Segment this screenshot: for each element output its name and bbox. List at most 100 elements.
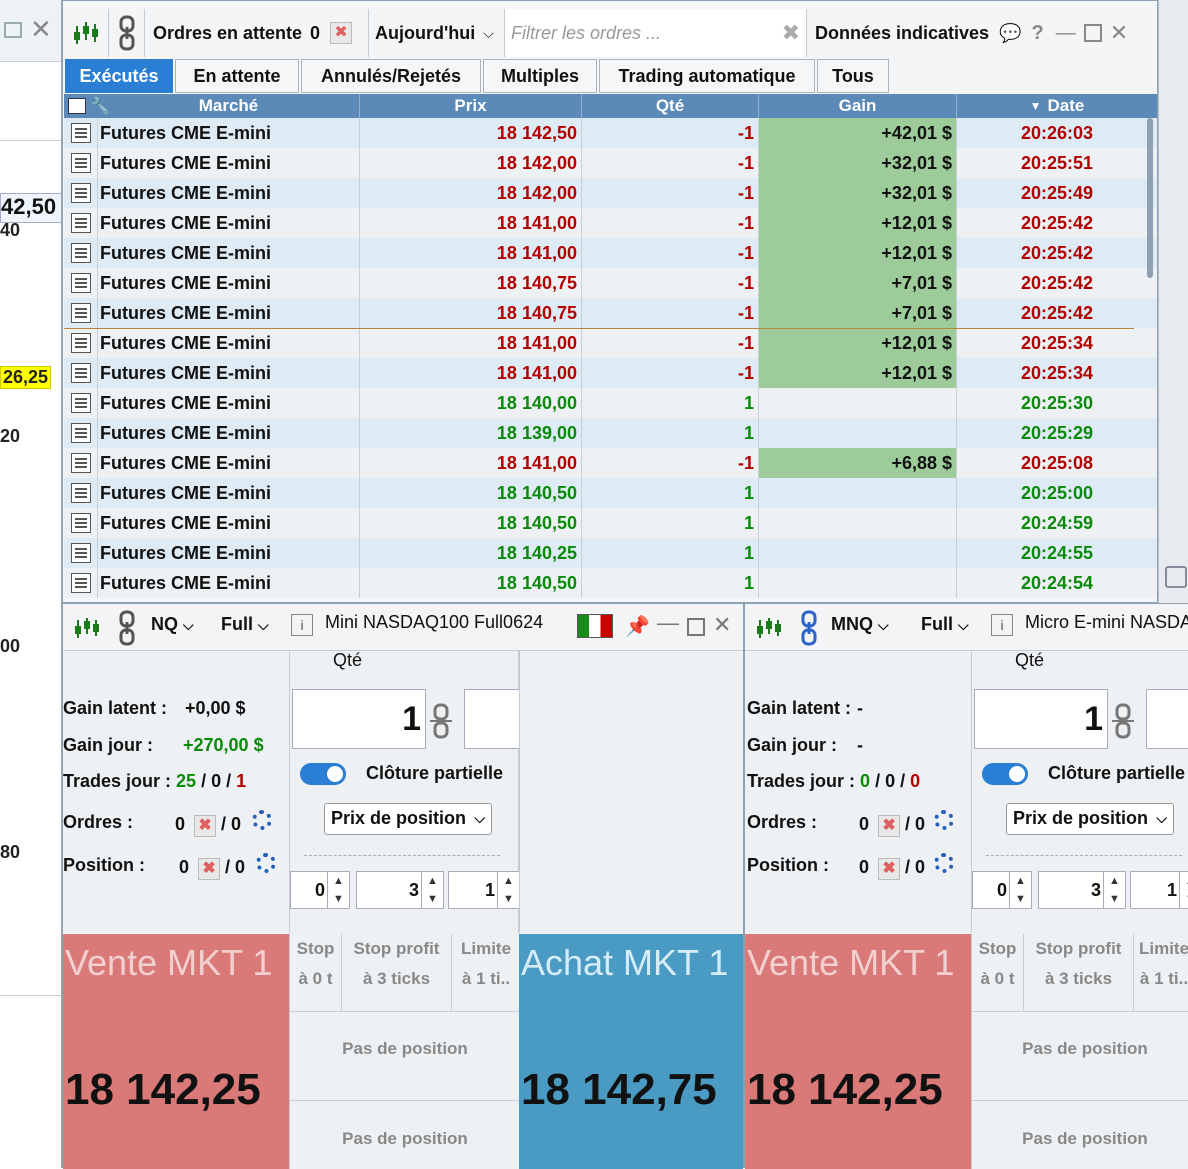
table-row[interactable]: Futures CME E-mini 18 141,00 -1 +12,01 $ 20:… xyxy=(64,328,1157,358)
cancel-orders-icon[interactable]: ✖ xyxy=(194,815,217,837)
close-icon[interactable]: ✕ xyxy=(1110,20,1128,46)
order-detail-icon[interactable] xyxy=(64,148,98,178)
pending-orders-indicator[interactable]: Ordres en attente 0 ✖ xyxy=(145,9,369,57)
order-detail-icon[interactable] xyxy=(64,328,98,358)
table-row[interactable]: Futures CME E-mini 18 139,00 1 20:25:29 xyxy=(64,418,1157,448)
profit-ticks-stepper[interactable]: 3 ▲ ▼ xyxy=(356,871,444,909)
table-row[interactable]: Futures CME E-mini 18 141,00 -1 +6,88 $ 20:2… xyxy=(64,448,1157,478)
order-detail-icon[interactable] xyxy=(64,538,98,568)
sell-market-button[interactable]: Vente MKT 1 18 142,25 xyxy=(63,934,289,1169)
table-row[interactable]: Futures CME E-mini 18 141,00 -1 +12,01 $ 20:… xyxy=(64,358,1157,388)
limit-ticks-stepper[interactable]: 1▲▼ xyxy=(448,871,520,909)
info-icon[interactable]: i xyxy=(291,614,313,636)
order-detail-icon[interactable] xyxy=(64,388,98,418)
gear-icon[interactable] xyxy=(256,853,277,873)
quantity-input[interactable]: 1 xyxy=(292,689,426,749)
order-detail-icon[interactable] xyxy=(64,448,98,478)
info-icon[interactable]: i xyxy=(991,614,1013,636)
order-detail-icon[interactable] xyxy=(64,298,98,328)
profit-ticks-stepper[interactable]: 3 ▲ ▼ xyxy=(1038,871,1126,909)
link-icon[interactable] xyxy=(117,610,137,651)
depth-of-market-icon[interactable] xyxy=(577,614,613,638)
link-icon[interactable] xyxy=(109,9,145,57)
clear-filter-icon[interactable]: ✖ xyxy=(782,20,800,46)
order-detail-icon[interactable] xyxy=(64,478,98,508)
stop-ticks-stepper[interactable]: 0 ▲ ▼ xyxy=(290,871,350,909)
period-dropdown[interactable]: Aujourd'hui ⌵ xyxy=(369,9,505,57)
stop-profit-button[interactable]: Stop profit à 3 ticks xyxy=(342,934,452,1012)
close-icon[interactable]: ✕ xyxy=(713,612,731,638)
candlestick-icon[interactable] xyxy=(73,616,101,645)
link-icon[interactable] xyxy=(1112,703,1134,744)
table-row[interactable]: Futures CME E-mini 18 140,50 1 20:24:59 xyxy=(64,508,1157,538)
order-detail-icon[interactable] xyxy=(64,268,98,298)
cancel-all-icon[interactable]: ✖ xyxy=(330,22,353,44)
tab-automatic-trading[interactable]: Trading automatique xyxy=(599,59,815,93)
cancel-orders-icon[interactable]: ✖ xyxy=(878,815,901,837)
close-icon[interactable]: ✕ xyxy=(30,14,52,45)
column-header-qty[interactable]: Qté xyxy=(582,94,759,118)
quantity-input[interactable]: 1 xyxy=(974,689,1108,749)
close-position-icon[interactable]: ✖ xyxy=(198,858,221,880)
table-row[interactable]: Futures CME E-mini 18 142,00 -1 +32,01 $ 20:… xyxy=(64,178,1157,208)
symbol-dropdown[interactable]: MNQ ⌵ xyxy=(831,614,889,635)
order-detail-icon[interactable] xyxy=(64,568,98,598)
table-row[interactable]: Futures CME E-mini 18 140,75 -1 +7,01 $ 20:2… xyxy=(64,298,1157,328)
keyboard-icon[interactable] xyxy=(1165,566,1187,588)
minimize-icon[interactable]: — xyxy=(657,610,679,636)
help-icon[interactable]: ? xyxy=(1031,22,1043,45)
tab-pending[interactable]: En attente xyxy=(175,59,299,93)
sell-market-button[interactable]: Vente MKT 1 18 142,25 xyxy=(745,934,971,1169)
tab-multiple[interactable]: Multiples xyxy=(483,59,597,93)
chat-bubble-icon[interactable]: 💬 xyxy=(999,23,1021,44)
link-icon[interactable] xyxy=(799,610,819,651)
stop-button[interactable]: Stop à 0 t xyxy=(290,934,342,1012)
scrollbar-thumb[interactable] xyxy=(1147,118,1153,278)
stop-ticks-stepper[interactable]: 0 ▲ ▼ xyxy=(972,871,1032,909)
limit-button[interactable]: Limite à 1 ti.. xyxy=(452,934,520,1012)
price-chart-strip[interactable]: ✕ 42,50 40 26,25 20 00 80 xyxy=(0,0,62,1168)
close-position-icon[interactable]: ✖ xyxy=(878,858,901,880)
column-header-gain[interactable]: Gain xyxy=(759,94,957,118)
order-detail-icon[interactable] xyxy=(64,418,98,448)
order-detail-icon[interactable] xyxy=(64,238,98,268)
table-row[interactable]: Futures CME E-mini 18 140,25 1 20:24:55 xyxy=(64,538,1157,568)
symbol-dropdown[interactable]: NQ ⌵ xyxy=(151,614,194,635)
column-header-market[interactable]: Marché xyxy=(98,94,360,118)
secondary-quantity-input[interactable] xyxy=(1146,689,1188,749)
candlestick-icon[interactable] xyxy=(755,616,783,645)
filter-orders-input[interactable]: Filtrer les ordres ... ✖ xyxy=(505,9,807,57)
table-row[interactable]: Futures CME E-mini 18 140,75 -1 +7,01 $ 20:2… xyxy=(64,268,1157,298)
table-row[interactable]: Futures CME E-mini 18 140,00 1 20:25:30 xyxy=(64,388,1157,418)
gear-icon[interactable] xyxy=(934,853,955,873)
secondary-quantity-input[interactable] xyxy=(464,689,520,749)
table-row[interactable]: Futures CME E-mini 18 142,50 -1 +42,01 $ 20:… xyxy=(64,118,1157,148)
stop-profit-button[interactable]: Stop profit à 3 ticks xyxy=(1024,934,1134,1012)
mode-dropdown[interactable]: Full ⌵ xyxy=(921,614,969,635)
stop-button[interactable]: Stop à 0 t xyxy=(972,934,1024,1012)
table-row[interactable]: Futures CME E-mini 18 140,50 1 20:25:00 xyxy=(64,478,1157,508)
order-detail-icon[interactable] xyxy=(64,208,98,238)
gear-icon[interactable] xyxy=(934,810,955,830)
table-row[interactable]: Futures CME E-mini 18 141,00 -1 +12,01 $ 20:… xyxy=(64,208,1157,238)
minimize-icon[interactable]: — xyxy=(1056,22,1076,45)
executed-orders-list[interactable]: Futures CME E-mini 18 142,50 -1 +42,01 $20:… xyxy=(64,118,1157,603)
partial-close-toggle[interactable] xyxy=(300,763,346,785)
table-row[interactable]: Futures CME E-mini 18 140,50 1 20:24:54 xyxy=(64,568,1157,598)
position-price-select[interactable]: Prix de position ⌵ xyxy=(324,803,492,835)
candlestick-icon[interactable] xyxy=(63,9,109,57)
pin-icon[interactable]: 📌 xyxy=(625,614,650,639)
buy-market-button[interactable]: Achat MKT 1 18 142,75 xyxy=(519,934,743,1169)
order-detail-icon[interactable] xyxy=(64,358,98,388)
column-header-date[interactable]: ▼ Date xyxy=(957,94,1157,118)
limit-button[interactable]: Limite à 1 ti.. xyxy=(1134,934,1188,1012)
tab-all[interactable]: Tous xyxy=(817,59,889,93)
tab-cancelled-rejected[interactable]: Annulés/Rejetés xyxy=(301,59,481,93)
column-header-price[interactable]: Prix xyxy=(360,94,582,118)
order-detail-icon[interactable] xyxy=(64,508,98,538)
gear-icon[interactable] xyxy=(252,810,273,830)
window-restore-icon[interactable] xyxy=(4,22,22,38)
table-row[interactable]: Futures CME E-mini 18 141,00 -1 +12,01 $ 20:… xyxy=(64,238,1157,268)
partial-close-toggle[interactable] xyxy=(982,763,1028,785)
maximize-icon[interactable] xyxy=(1083,24,1102,42)
